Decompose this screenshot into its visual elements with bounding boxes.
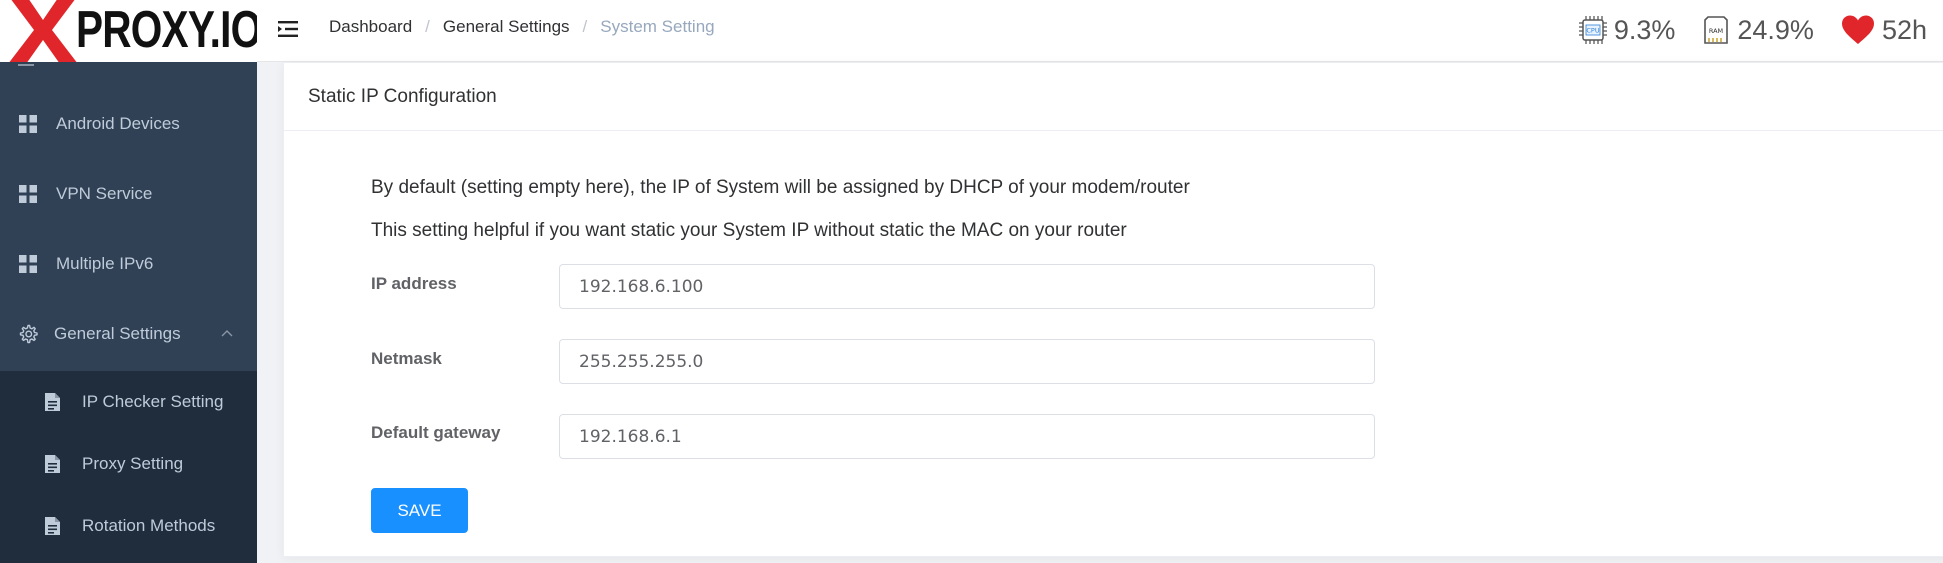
cpu-value: 9.3%	[1613, 14, 1676, 45]
chevron-up-icon	[221, 330, 233, 337]
submenu-item-label: IP Checker Setting	[82, 392, 224, 411]
sidebar-item-partial	[18, 62, 34, 66]
netmask-input[interactable]	[559, 339, 1375, 384]
sidebar-item-label: General Settings	[54, 324, 181, 343]
default-gateway-label: Default gateway	[371, 423, 501, 442]
uptime-stat: 52h	[1840, 14, 1927, 46]
svg-text:CPU: CPU	[1586, 27, 1599, 35]
ram-value: 24.9%	[1737, 14, 1814, 45]
netmask-label: Netmask	[371, 349, 442, 368]
document-icon	[45, 455, 60, 473]
sidebar: Android Devices VPN Service Multiple IPv…	[0, 62, 257, 563]
hamburger-menu-icon[interactable]	[276, 17, 300, 41]
top-header: PROXY.IO Dashboard / General Settings / …	[0, 0, 1943, 62]
sidebar-item-android-devices[interactable]: Android Devices	[0, 89, 257, 159]
document-icon	[45, 393, 60, 411]
submenu-item-label: Proxy Setting	[82, 454, 184, 473]
grid-icon	[19, 115, 37, 133]
description-default-dhcp: By default (setting empty here), the IP …	[371, 177, 1190, 198]
sidebar-item-general-settings[interactable]: General Settings	[0, 299, 257, 369]
svg-text:RAM: RAM	[1709, 27, 1723, 35]
logo[interactable]: PROXY.IO	[0, 0, 257, 62]
heart-icon	[1841, 15, 1874, 44]
uptime-value: 52h	[1881, 14, 1927, 45]
sidebar-item-label: Multiple IPv6	[56, 254, 154, 273]
sidebar-item-multiple-ipv6[interactable]: Multiple IPv6	[0, 229, 257, 299]
default-gateway-input[interactable]	[559, 414, 1375, 459]
system-stats: CPU 9.3% RAM 24.9% 52h	[1552, 10, 1927, 50]
ram-stat: RAM 24.9%	[1701, 15, 1814, 46]
cpu-chip-icon: CPU	[1578, 16, 1607, 44]
submenu-item-rotation-methods[interactable]: Rotation Methods	[0, 495, 257, 557]
cpu-stat: CPU 9.3%	[1578, 14, 1676, 46]
submenu-item-label: Rotation Methods	[82, 516, 216, 535]
breadcrumb: Dashboard / General Settings / System Se…	[329, 17, 715, 37]
sidebar-item-label: VPN Service	[56, 184, 153, 203]
ip-address-input[interactable]	[559, 264, 1375, 309]
submenu-general-settings: IP Checker Setting Proxy Setting Rotatio…	[0, 371, 257, 563]
document-icon	[45, 517, 60, 535]
gear-icon	[19, 324, 38, 344]
description-static-ip-help: This setting helpful if you want static …	[371, 220, 1127, 241]
ram-chip-icon: RAM	[1704, 16, 1729, 44]
save-button[interactable]: SAVE	[371, 488, 468, 533]
logo-x-mark	[9, 0, 77, 62]
submenu-item-proxy-setting[interactable]: Proxy Setting	[0, 433, 257, 495]
sidebar-item-vpn-service[interactable]: VPN Service	[0, 159, 257, 229]
breadcrumb-dashboard[interactable]: Dashboard	[329, 17, 412, 37]
breadcrumb-system-setting: System Setting	[600, 17, 715, 36]
grid-icon	[19, 255, 37, 273]
grid-icon	[19, 185, 37, 203]
breadcrumb-separator: /	[582, 17, 588, 36]
card-title: Static IP Configuration	[284, 63, 1943, 131]
sidebar-item-label: Android Devices	[56, 114, 180, 133]
breadcrumb-general-settings[interactable]: General Settings	[443, 17, 570, 37]
submenu-item-ip-checker-setting[interactable]: IP Checker Setting	[0, 371, 257, 433]
static-ip-card: Static IP Configuration By default (sett…	[283, 62, 1943, 557]
logo-text: PROXY.IO	[76, 1, 257, 59]
breadcrumb-separator: /	[425, 17, 430, 36]
ip-address-label: IP address	[371, 274, 457, 293]
